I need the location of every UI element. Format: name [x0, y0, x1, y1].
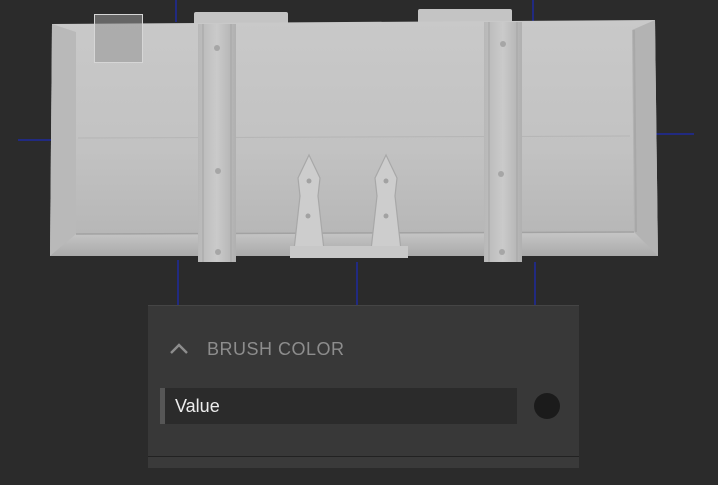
color-swatch[interactable]: [94, 14, 143, 63]
value-field[interactable]: Value: [160, 388, 517, 424]
panel-bottom-gap: [148, 468, 579, 485]
value-label: Value: [175, 396, 220, 416]
brush-color-panel: BRUSH COLOR Value: [148, 305, 579, 485]
section-title: BRUSH COLOR: [207, 339, 345, 359]
panel-body: BRUSH COLOR Value: [148, 306, 579, 456]
chevron-up-icon[interactable]: [168, 341, 190, 357]
panel-footer: [148, 457, 579, 468]
color-picker-button[interactable]: [534, 393, 560, 419]
panel-header[interactable]: BRUSH COLOR: [148, 332, 579, 366]
3d-viewport[interactable]: BRUSH COLOR Value: [0, 0, 718, 485]
